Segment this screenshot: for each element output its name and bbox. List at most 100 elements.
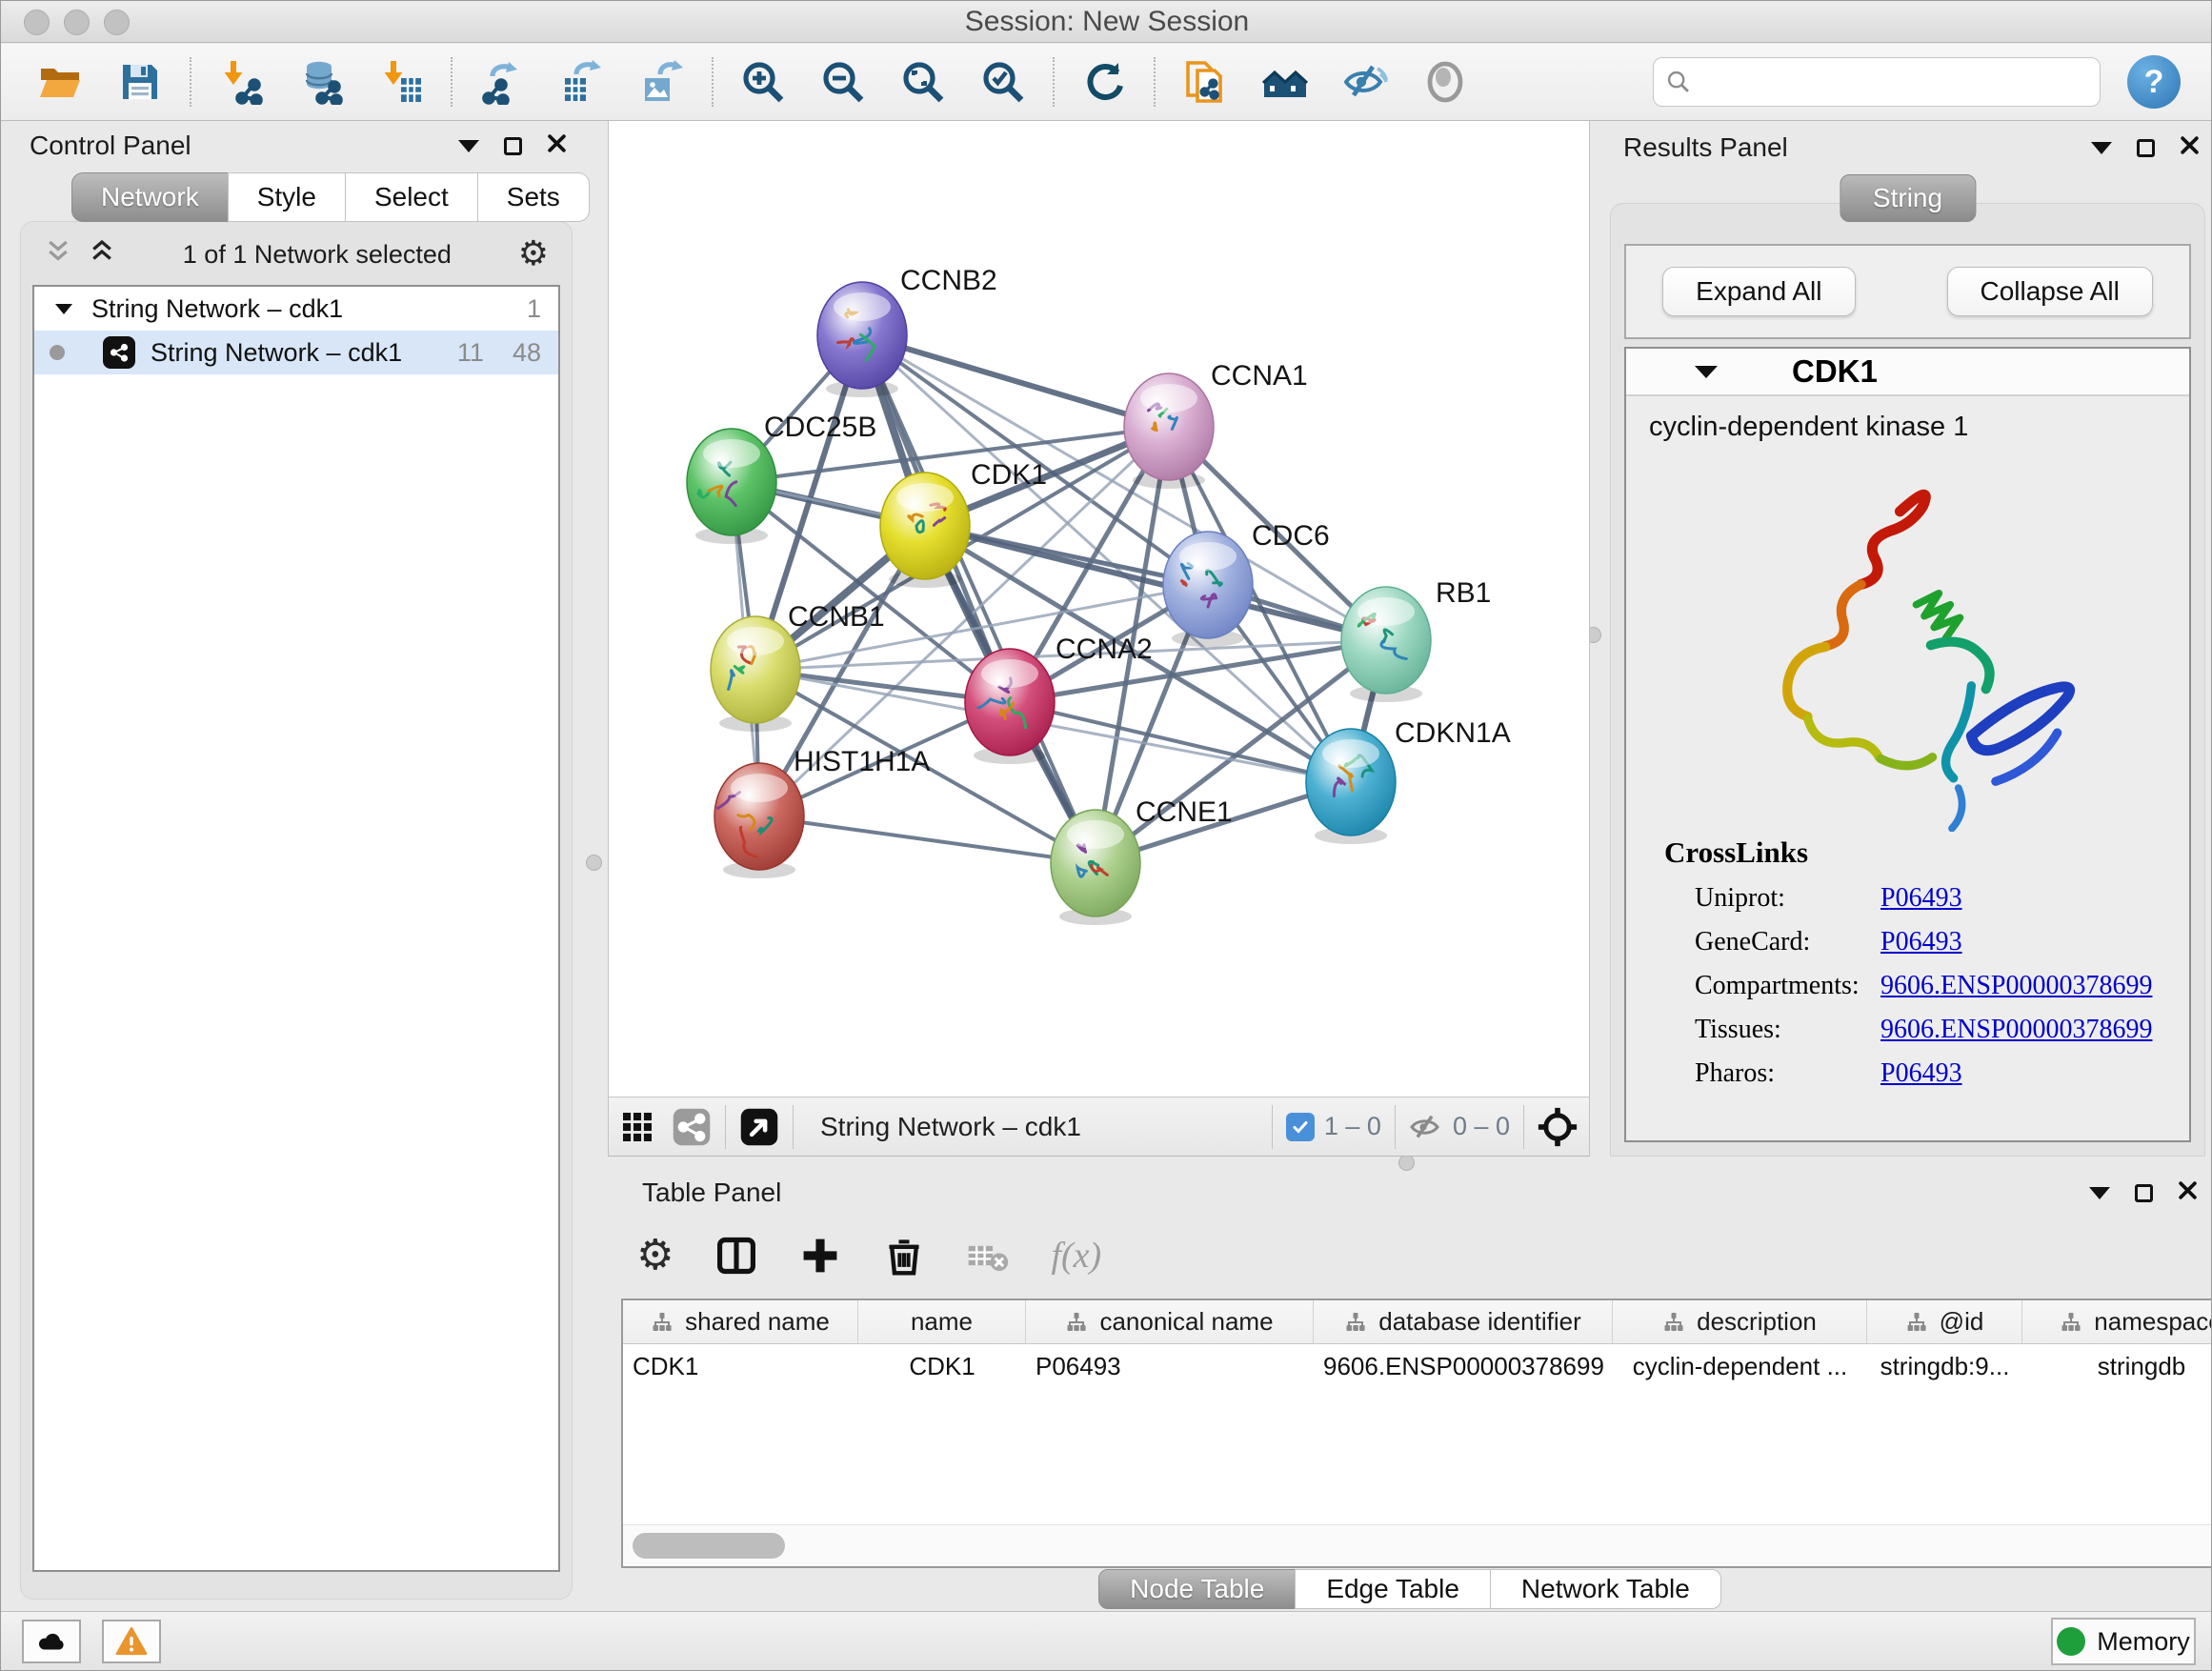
- crosslink-link[interactable]: P06493: [1880, 1058, 1962, 1089]
- panel-menu-icon[interactable]: [458, 140, 479, 152]
- zoom-out-button[interactable]: [803, 50, 883, 114]
- delete-column-icon[interactable]: [883, 1235, 925, 1277]
- column-header-@id[interactable]: @id: [1867, 1300, 2022, 1343]
- close-panel-icon[interactable]: [547, 133, 567, 158]
- network-node-RB1[interactable]: [1341, 587, 1431, 702]
- eye-slash-blue-icon: [1342, 59, 1388, 105]
- export-network-button[interactable]: [462, 50, 542, 114]
- collection-expand-icon[interactable]: [55, 304, 72, 314]
- network-node-CCNB1[interactable]: [711, 616, 800, 732]
- scrollbar-thumb[interactable]: [633, 1533, 785, 1559]
- crosslink-link[interactable]: 9606.ENSP00000378699: [1880, 971, 2152, 1001]
- network-node-CDC25B[interactable]: [687, 429, 776, 544]
- tab-sets[interactable]: Sets: [477, 172, 590, 222]
- zoom-selected-button[interactable]: [963, 50, 1043, 114]
- column-header-name[interactable]: name: [858, 1300, 1026, 1343]
- add-column-icon[interactable]: [799, 1235, 841, 1277]
- left-splitter-handle[interactable]: [586, 855, 602, 871]
- selected-checkbox[interactable]: [1286, 1113, 1315, 1141]
- gray-eye-button[interactable]: [1405, 50, 1485, 114]
- network-node-CCNE1[interactable]: [1051, 810, 1140, 925]
- table-cell[interactable]: 9606.ENSP00000378699: [1314, 1344, 1613, 1388]
- network-options-gear-icon[interactable]: ⚙: [518, 237, 549, 272]
- horizontal-scrollbar[interactable]: [623, 1524, 2212, 1566]
- save-session-button[interactable]: [100, 50, 180, 114]
- export-table-button[interactable]: [542, 50, 622, 114]
- expand-all-button[interactable]: Expand All: [1662, 267, 1855, 316]
- expand-all-networks-icon[interactable]: [88, 237, 116, 272]
- open-session-button[interactable]: [20, 50, 100, 114]
- tab-edge-table[interactable]: Edge Table: [1295, 1569, 1491, 1609]
- window-titlebar[interactable]: Session: New Session: [1, 1, 2212, 43]
- gene-section-header[interactable]: CDK1: [1626, 349, 2189, 396]
- table-toolbar: ⚙ f(x): [636, 1219, 1101, 1292]
- network-row-selected[interactable]: String Network – cdk1 11 48: [34, 331, 558, 374]
- zoom-in-button[interactable]: [723, 50, 803, 114]
- crosslink-link[interactable]: P06493: [1880, 883, 1962, 914]
- cloud-status-button[interactable]: [22, 1620, 81, 1663]
- float-panel-icon[interactable]: [2135, 1184, 2153, 1202]
- memory-button[interactable]: Memory: [2051, 1618, 2196, 1665]
- collapse-all-networks-icon[interactable]: [44, 237, 72, 272]
- show-hide-graphics-button[interactable]: [1325, 50, 1405, 114]
- open-in-new-window-button[interactable]: [739, 1107, 779, 1147]
- table-options-gear-icon[interactable]: ⚙: [636, 1238, 674, 1273]
- collapse-all-button[interactable]: Collapse All: [1947, 267, 2153, 316]
- column-header-namespace[interactable]: namespace: [2022, 1300, 2212, 1343]
- import-network-database-button[interactable]: [281, 50, 361, 114]
- column-header-shared-name[interactable]: shared name: [623, 1300, 858, 1343]
- table-cell[interactable]: cyclin-dependent ...: [1613, 1344, 1867, 1388]
- import-table-file-button[interactable]: [361, 50, 441, 114]
- view-grid-button[interactable]: [620, 1110, 654, 1144]
- network-edge[interactable]: [759, 816, 1096, 863]
- network-node-CCNB2[interactable]: [817, 282, 907, 397]
- tab-select[interactable]: Select: [345, 172, 478, 222]
- tab-network[interactable]: Network: [71, 172, 229, 222]
- panel-menu-icon[interactable]: [2089, 1187, 2110, 1199]
- export-image-button[interactable]: [622, 50, 702, 114]
- help-button[interactable]: ?: [2127, 55, 2181, 109]
- zoom-fit-button[interactable]: [883, 50, 963, 114]
- column-header-canonical-name[interactable]: canonical name: [1026, 1300, 1314, 1343]
- table-cell[interactable]: stringdb:9...: [1867, 1344, 2022, 1388]
- table-cell[interactable]: P06493: [1026, 1344, 1314, 1388]
- network-node-HIST1H1A[interactable]: [714, 763, 804, 878]
- tab-node-table[interactable]: Node Table: [1098, 1569, 1296, 1609]
- crosslink-link[interactable]: 9606.ENSP00000378699: [1880, 1015, 2152, 1045]
- refresh-layout-button[interactable]: [1064, 50, 1144, 114]
- close-panel-icon[interactable]: [2180, 135, 2200, 160]
- table-row[interactable]: CDK1CDK1P064939606.ENSP00000378699cyclin…: [623, 1344, 2212, 1388]
- birdseye-toggle-button[interactable]: [1538, 1107, 1578, 1147]
- network-edge[interactable]: [862, 335, 1169, 427]
- network-node-CCNA2[interactable]: [965, 649, 1055, 764]
- float-panel-icon[interactable]: [504, 137, 522, 155]
- tab-style[interactable]: Style: [228, 172, 346, 222]
- gene-expand-icon[interactable]: [1695, 366, 1718, 378]
- network-canvas[interactable]: CCNB2CCNA1CDC25BCDK1CDC6RB1CCNB1CCNA2CDK…: [608, 121, 1590, 1097]
- column-header-label: database identifier: [1378, 1307, 1580, 1337]
- tab-string[interactable]: String: [1840, 174, 1976, 222]
- network-from-clipboard-button[interactable]: [1165, 50, 1245, 114]
- import-network-file-button[interactable]: [201, 50, 281, 114]
- column-header-description[interactable]: description: [1613, 1300, 1867, 1343]
- show-columns-icon[interactable]: [715, 1235, 757, 1277]
- network-node-CCNA1[interactable]: [1124, 373, 1214, 489]
- search-input[interactable]: [1692, 61, 2088, 103]
- table-cell[interactable]: stringdb: [2022, 1344, 2212, 1388]
- warnings-button[interactable]: [102, 1620, 161, 1663]
- gene-detail-section: CDK1 cyclin-dependent kinase 1: [1624, 347, 2191, 1142]
- view-network-button[interactable]: [672, 1107, 712, 1147]
- open-folder-icon: [37, 59, 83, 105]
- network-edge[interactable]: [862, 335, 1096, 863]
- column-header-database-identifier[interactable]: database identifier: [1314, 1300, 1613, 1343]
- network-collection-row[interactable]: String Network – cdk1 1: [34, 287, 558, 331]
- network-node-CDKN1A[interactable]: [1306, 729, 1396, 844]
- tab-network-table[interactable]: Network Table: [1490, 1569, 1721, 1609]
- crosslink-link[interactable]: P06493: [1880, 927, 1962, 957]
- close-panel-icon[interactable]: [2178, 1180, 2198, 1205]
- float-panel-icon[interactable]: [2137, 139, 2155, 157]
- table-cell[interactable]: CDK1: [858, 1344, 1026, 1388]
- table-cell[interactable]: CDK1: [623, 1344, 858, 1388]
- panel-menu-icon[interactable]: [2091, 142, 2112, 154]
- home-networks-button[interactable]: [1245, 50, 1325, 114]
